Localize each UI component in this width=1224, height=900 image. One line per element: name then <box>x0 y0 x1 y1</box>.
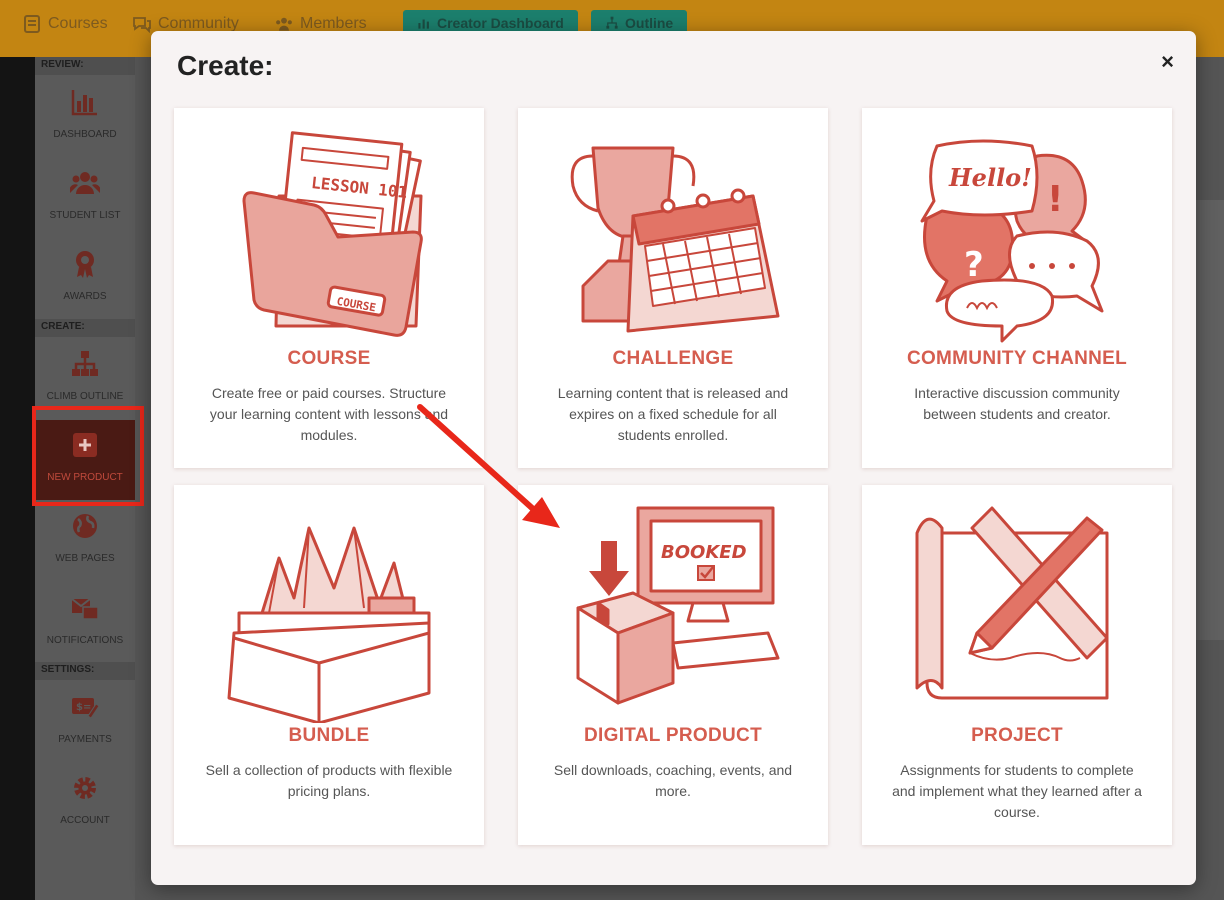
digital-product-title: DIGITAL PRODUCT <box>584 725 762 746</box>
challenge-title: CHALLENGE <box>612 348 734 369</box>
left-edge-strip <box>0 57 35 900</box>
course-card[interactable]: LESSON 101 COURSE COURSE Create free or … <box>174 108 484 468</box>
trophy-calendar-illustration <box>570 146 780 333</box>
sidebar-item-label: ACCOUNT <box>60 815 110 826</box>
sidebar-item-account[interactable]: ACCOUNT <box>35 763 135 843</box>
sidebar-item-label: NOTIFICATIONS <box>46 635 124 646</box>
nav-courses-label: Courses <box>48 15 108 32</box>
sidebar-item-student-list[interactable]: STUDENT LIST <box>35 158 135 238</box>
booked-text: BOOKED <box>661 542 747 563</box>
bundle-description: Sell a collection of products with flexi… <box>205 762 453 799</box>
challenge-description: Learning content that is released and ex… <box>557 385 789 443</box>
users-icon <box>70 172 100 194</box>
course-title: COURSE <box>287 348 371 369</box>
project-title: PROJECT <box>971 725 1063 746</box>
community-channel-card[interactable]: Hello! ? ! COMMUNITY CHANNEL Interactive… <box>862 108 1172 468</box>
sidebar-item-label: CLIMB OUTLINE <box>46 391 124 402</box>
box-bundle-illustration <box>227 526 431 723</box>
sidebar-item-notifications[interactable]: NOTIFICATIONS <box>35 583 135 663</box>
bundle-card[interactable]: BUNDLE Sell a collection of products wit… <box>174 485 484 845</box>
new-product-highlight <box>32 406 144 506</box>
sidebar-item-label: WEB PAGES <box>55 553 115 564</box>
digital-product-card[interactable]: BOOKED DIGITAL PRODUCT Sell downloads, c… <box>518 485 828 845</box>
content-side-panel <box>1195 200 1224 640</box>
sidebar-item-label: PAYMENTS <box>58 734 112 745</box>
bar-chart-icon <box>418 19 429 29</box>
speech-bubbles-illustration: Hello! ? ! <box>920 139 1104 343</box>
section-settings: SETTINGS: <box>35 662 135 680</box>
svg-text:!: ! <box>1047 179 1063 220</box>
hello-text: Hello! <box>948 163 1032 192</box>
create-modal: Create: × LESSON 101 COURSE COURSE Creat… <box>151 31 1196 885</box>
sidebar-item-web-pages[interactable]: WEB PAGES <box>35 501 135 581</box>
svg-text:$=: $= <box>76 702 91 713</box>
course-description: Create free or paid courses. Structure y… <box>209 385 449 443</box>
modal-title: Create: <box>177 50 274 81</box>
project-card[interactable]: PROJECT Assignments for students to comp… <box>862 485 1172 845</box>
sitemap-icon <box>72 351 98 376</box>
section-review: REVIEW: <box>35 57 135 75</box>
svg-text:?: ? <box>964 245 984 285</box>
award-icon <box>76 251 94 278</box>
creator-dashboard-label: Creator Dashboard <box>437 15 564 31</box>
chat-icon <box>133 17 151 34</box>
folder-lessons-illustration: LESSON 101 COURSE <box>242 131 423 337</box>
document-icon <box>24 15 40 33</box>
outline-label: Outline <box>625 15 674 31</box>
notifications-icon <box>71 598 99 620</box>
bundle-title: BUNDLE <box>288 725 370 746</box>
nav-courses[interactable]: Courses <box>22 14 108 34</box>
community-channel-title: COMMUNITY CHANNEL <box>906 348 1128 369</box>
globe-icon <box>73 514 97 538</box>
computer-package-illustration: BOOKED <box>576 506 780 705</box>
bar-chart-icon <box>71 90 97 116</box>
sidebar-item-dashboard[interactable]: DASHBOARD <box>35 77 135 157</box>
sidebar-item-label: AWARDS <box>63 291 107 302</box>
payments-icon: $= <box>72 698 100 719</box>
community-channel-description: Interactive discussion community between… <box>914 385 1120 422</box>
project-description: Assignments for students to complete and… <box>892 762 1142 820</box>
sidebar-item-label: DASHBOARD <box>53 129 117 140</box>
sidebar-item-label: STUDENT LIST <box>49 210 121 221</box>
digital-product-description: Sell downloads, coaching, events, and mo… <box>553 762 793 799</box>
sidebar-item-awards[interactable]: AWARDS <box>35 239 135 319</box>
section-create: CREATE: <box>35 319 135 337</box>
challenge-card[interactable]: CHALLENGE Learning content that is relea… <box>518 108 828 468</box>
close-icon[interactable]: × <box>1161 51 1174 73</box>
blueprint-pencil-illustration <box>915 506 1109 700</box>
sidebar-item-payments[interactable]: $= PAYMENTS <box>35 682 135 762</box>
sitemap-icon <box>606 16 618 29</box>
gear-icon <box>74 777 96 799</box>
